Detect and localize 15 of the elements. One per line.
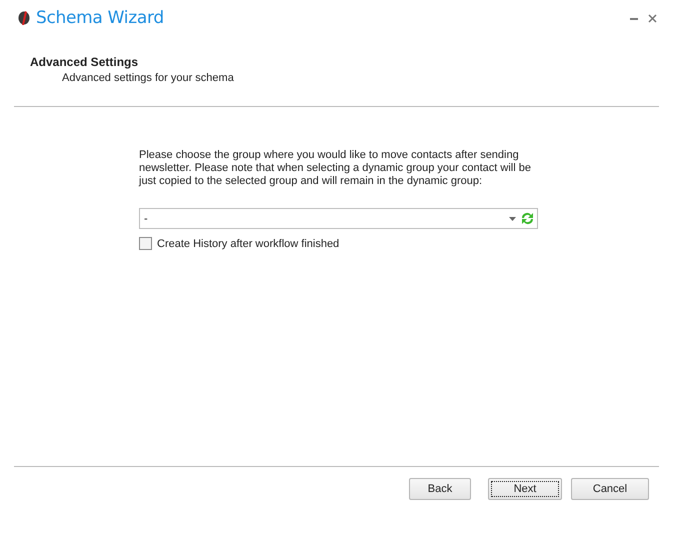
group-dropdown[interactable]: - <box>139 208 538 229</box>
history-checkbox[interactable] <box>139 237 152 250</box>
dropdown-arrow-icon[interactable] <box>509 216 516 220</box>
checkbox-label: Create History after workflow finished <box>157 238 340 250</box>
close-icon[interactable] <box>648 14 657 22</box>
minimize-icon[interactable] <box>630 16 638 20</box>
back-button[interactable]: Back <box>409 478 471 500</box>
refresh-icon[interactable] <box>520 211 535 226</box>
next-button[interactable]: Next <box>488 478 562 500</box>
page-subtitle: Advanced settings for your schema <box>61 72 235 84</box>
logo-icon <box>18 11 30 25</box>
page-title: Advanced Settings <box>30 55 140 69</box>
instruction-text: Please choose the group where you would like to move contacts after sending newsletter. Please note that when selecting a dynamic group your contact will be just copied to the selected group and will remain in the dynamic group: <box>139 149 532 188</box>
cancel-button[interactable]: Cancel <box>571 478 649 500</box>
window-title: Schema Wizard <box>36 8 164 28</box>
